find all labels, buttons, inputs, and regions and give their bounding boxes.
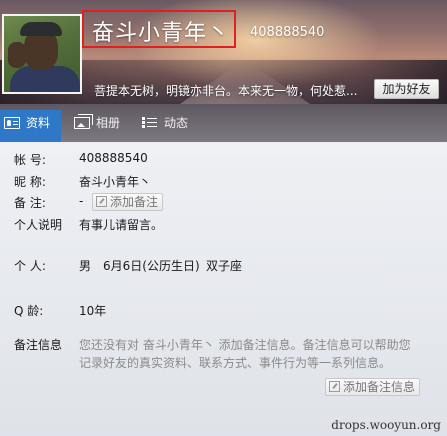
add-remark-button[interactable]: 添加备注: [92, 193, 164, 211]
tab-album[interactable]: 相册: [70, 110, 130, 142]
account-value: 408888540: [79, 151, 148, 165]
birthday-value: 6月6日(公历生日): [103, 259, 200, 273]
bio-label: 个人说明: [14, 218, 63, 232]
gender-value: 男: [79, 259, 92, 273]
remark-info-label: 备注信息: [14, 338, 63, 352]
header-nickname: 奋斗小青年丶: [92, 21, 231, 46]
photo-album-icon: [74, 114, 93, 129]
bio-value: 有事儿请留言。: [79, 218, 164, 232]
feed-list-icon: [142, 117, 158, 129]
tab-profile[interactable]: 资料: [0, 110, 61, 142]
remark-info-description: 您还没有对 奋斗小青年丶 添加备注信息。备注信息可以帮助您记录好友的真实资料、联…: [79, 338, 411, 370]
tab-label: 动态: [164, 116, 189, 130]
account-label: 帐 号:: [14, 153, 46, 167]
avatar[interactable]: [2, 14, 82, 94]
profile-details: 帐 号: 408888540 昵 称: 奋斗小青年丶 备 注: - 添加备注 个…: [0, 142, 447, 436]
watermark: drops.wooyun.org: [331, 418, 441, 432]
add-remark-label: 添加备注: [110, 195, 159, 209]
qq-age-value: 10年: [79, 304, 107, 318]
personal-signature: 菩提本无树，明镜亦非台。本来无一物，何处惹...: [94, 84, 358, 98]
profile-tabs: 资料 相册 动态: [0, 104, 447, 142]
edit-note-icon: [329, 381, 340, 392]
personal-label: 个 人:: [14, 259, 46, 273]
profile-card-icon: [4, 117, 20, 129]
nickname-label: 昵 称:: [14, 175, 46, 189]
tab-label: 资料: [26, 116, 51, 130]
add-friend-button[interactable]: 加为好友: [374, 79, 439, 99]
tab-feed[interactable]: 动态: [138, 110, 198, 142]
tab-label: 相册: [96, 116, 121, 130]
remark-label: 备 注:: [14, 196, 46, 210]
add-remark-info-label: 添加备注信息: [343, 380, 416, 394]
profile-header: 奋斗小青年丶 408888540 菩提本无树，明镜亦非台。本来无一物，何处惹..…: [0, 0, 447, 104]
qq-age-label: Q 龄:: [14, 304, 44, 318]
zodiac-value: 双子座: [206, 259, 243, 273]
remark-value: -: [79, 194, 84, 208]
nickname-value: 奋斗小青年丶: [79, 175, 152, 189]
header-qq-number: 408888540: [250, 25, 325, 40]
edit-note-icon: [96, 196, 107, 207]
add-remark-info-button[interactable]: 添加备注信息: [325, 378, 421, 396]
